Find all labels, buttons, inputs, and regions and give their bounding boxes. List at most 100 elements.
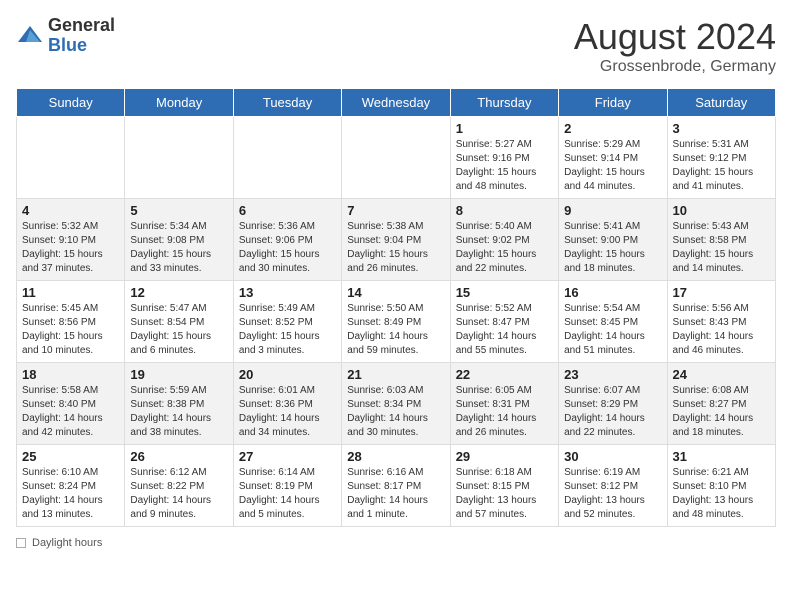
day-info: Sunrise: 6:07 AM Sunset: 8:29 PM Dayligh… bbox=[564, 384, 661, 440]
day-info: Sunrise: 6:14 AM Sunset: 8:19 PM Dayligh… bbox=[239, 466, 336, 522]
day-info: Sunrise: 5:40 AM Sunset: 9:02 PM Dayligh… bbox=[456, 220, 553, 276]
day-info: Sunrise: 5:29 AM Sunset: 9:14 PM Dayligh… bbox=[564, 138, 661, 194]
calendar-cell: 12 Sunrise: 5:47 AM Sunset: 8:54 PM Dayli… bbox=[125, 281, 233, 363]
day-number: 13 bbox=[239, 285, 336, 300]
day-info: Sunrise: 6:03 AM Sunset: 8:34 PM Dayligh… bbox=[347, 384, 444, 440]
day-info: Sunrise: 5:27 AM Sunset: 9:16 PM Dayligh… bbox=[456, 138, 553, 194]
calendar-cell bbox=[233, 117, 341, 199]
calendar-cell: 6Sunrise: 5:36 AM Sunset: 9:06 PM Daylig… bbox=[233, 199, 341, 281]
calendar-cell: 3 Sunrise: 5:31 AM Sunset: 9:12 PM Daylig… bbox=[667, 117, 775, 199]
day-number: 4 bbox=[22, 203, 119, 218]
day-info: Sunrise: 5:47 AM Sunset: 8:54 PM Dayligh… bbox=[130, 302, 227, 358]
day-number: 2 bbox=[564, 121, 661, 136]
calendar-week-row: 18 Sunrise: 5:58 AM Sunset: 8:40 PM Dayli… bbox=[17, 363, 776, 445]
day-info: Sunrise: 5:58 AM Sunset: 8:40 PM Dayligh… bbox=[22, 384, 119, 440]
day-number: 7 bbox=[347, 203, 444, 218]
page-header: General Blue August 2024 Grossenbrode, G… bbox=[16, 16, 776, 76]
calendar-cell: 27 Sunrise: 6:14 AM Sunset: 8:19 PM Dayli… bbox=[233, 445, 341, 527]
calendar-cell: 30 Sunrise: 6:19 AM Sunset: 8:12 PM Dayli… bbox=[559, 445, 667, 527]
calendar-day-header: Friday bbox=[559, 89, 667, 117]
day-number: 10 bbox=[673, 203, 770, 218]
day-number: 25 bbox=[22, 449, 119, 464]
logo: General Blue bbox=[16, 16, 115, 56]
day-number: 19 bbox=[130, 367, 227, 382]
day-info: Sunrise: 6:18 AM Sunset: 8:15 PM Dayligh… bbox=[456, 466, 553, 522]
day-info: Sunrise: 5:59 AM Sunset: 8:38 PM Dayligh… bbox=[130, 384, 227, 440]
calendar-cell: 26Sunrise: 6:12 AM Sunset: 8:22 PM Dayli… bbox=[125, 445, 233, 527]
day-number: 8 bbox=[456, 203, 553, 218]
calendar-day-header: Wednesday bbox=[342, 89, 450, 117]
day-info: Sunrise: 6:19 AM Sunset: 8:12 PM Dayligh… bbox=[564, 466, 661, 522]
day-number: 20 bbox=[239, 367, 336, 382]
day-number: 3 bbox=[673, 121, 770, 136]
calendar-cell: 21 Sunrise: 6:03 AM Sunset: 8:34 PM Dayli… bbox=[342, 363, 450, 445]
calendar-cell: 11Sunrise: 5:45 AM Sunset: 8:56 PM Dayli… bbox=[17, 281, 125, 363]
day-number: 31 bbox=[673, 449, 770, 464]
calendar-day-header: Sunday bbox=[17, 89, 125, 117]
calendar-cell: 9 Sunrise: 5:41 AM Sunset: 9:00 PM Daylig… bbox=[559, 199, 667, 281]
day-info: Sunrise: 5:41 AM Sunset: 9:00 PM Dayligh… bbox=[564, 220, 661, 276]
calendar-cell: 18 Sunrise: 5:58 AM Sunset: 8:40 PM Dayli… bbox=[17, 363, 125, 445]
day-number: 12 bbox=[130, 285, 227, 300]
day-number: 28 bbox=[347, 449, 444, 464]
day-number: 21 bbox=[347, 367, 444, 382]
day-info: Sunrise: 5:43 AM Sunset: 8:58 PM Dayligh… bbox=[673, 220, 770, 276]
day-number: 9 bbox=[564, 203, 661, 218]
day-info: Sunrise: 5:32 AM Sunset: 9:10 PM Dayligh… bbox=[22, 220, 119, 276]
calendar-cell: 14 Sunrise: 5:50 AM Sunset: 8:49 PM Dayli… bbox=[342, 281, 450, 363]
calendar-cell bbox=[125, 117, 233, 199]
day-info: Sunrise: 6:10 AM Sunset: 8:24 PM Dayligh… bbox=[22, 466, 119, 522]
calendar-cell: 22Sunrise: 6:05 AM Sunset: 8:31 PM Dayli… bbox=[450, 363, 558, 445]
logo-blue-text: Blue bbox=[48, 35, 87, 55]
day-number: 29 bbox=[456, 449, 553, 464]
daylight-label: Daylight hours bbox=[32, 537, 102, 549]
calendar-cell: 31 Sunrise: 6:21 AM Sunset: 8:10 PM Dayli… bbox=[667, 445, 775, 527]
calendar-cell: 5Sunrise: 5:34 AM Sunset: 9:08 PM Daylig… bbox=[125, 199, 233, 281]
calendar-cell: 24Sunrise: 6:08 AM Sunset: 8:27 PM Dayli… bbox=[667, 363, 775, 445]
calendar-cell: 8 Sunrise: 5:40 AM Sunset: 9:02 PM Daylig… bbox=[450, 199, 558, 281]
calendar-week-row: 25 Sunrise: 6:10 AM Sunset: 8:24 PM Dayli… bbox=[17, 445, 776, 527]
logo-icon bbox=[16, 22, 44, 50]
calendar-cell bbox=[17, 117, 125, 199]
calendar-cell: 19 Sunrise: 5:59 AM Sunset: 8:38 PM Dayli… bbox=[125, 363, 233, 445]
day-info: Sunrise: 6:21 AM Sunset: 8:10 PM Dayligh… bbox=[673, 466, 770, 522]
day-number: 14 bbox=[347, 285, 444, 300]
day-info: Sunrise: 5:38 AM Sunset: 9:04 PM Dayligh… bbox=[347, 220, 444, 276]
location-subtitle: Grossenbrode, Germany bbox=[574, 58, 776, 76]
day-info: Sunrise: 5:31 AM Sunset: 9:12 PM Dayligh… bbox=[673, 138, 770, 194]
day-number: 30 bbox=[564, 449, 661, 464]
calendar-cell: 13 Sunrise: 5:49 AM Sunset: 8:52 PM Dayli… bbox=[233, 281, 341, 363]
calendar-cell: 4 Sunrise: 5:32 AM Sunset: 9:10 PM Daylig… bbox=[17, 199, 125, 281]
day-number: 27 bbox=[239, 449, 336, 464]
calendar-day-header: Saturday bbox=[667, 89, 775, 117]
calendar-cell: 2 Sunrise: 5:29 AM Sunset: 9:14 PM Daylig… bbox=[559, 117, 667, 199]
day-info: Sunrise: 6:16 AM Sunset: 8:17 PM Dayligh… bbox=[347, 466, 444, 522]
calendar-header-row: SundayMondayTuesdayWednesdayThursdayFrid… bbox=[17, 89, 776, 117]
day-info: Sunrise: 5:56 AM Sunset: 8:43 PM Dayligh… bbox=[673, 302, 770, 358]
calendar-week-row: 1Sunrise: 5:27 AM Sunset: 9:16 PM Daylig… bbox=[17, 117, 776, 199]
calendar-cell: 1Sunrise: 5:27 AM Sunset: 9:16 PM Daylig… bbox=[450, 117, 558, 199]
day-number: 18 bbox=[22, 367, 119, 382]
day-info: Sunrise: 5:54 AM Sunset: 8:45 PM Dayligh… bbox=[564, 302, 661, 358]
calendar-cell: 20 Sunrise: 6:01 AM Sunset: 8:36 PM Dayli… bbox=[233, 363, 341, 445]
footer: Daylight hours bbox=[16, 537, 776, 549]
calendar-day-header: Thursday bbox=[450, 89, 558, 117]
day-number: 11 bbox=[22, 285, 119, 300]
calendar-week-row: 11Sunrise: 5:45 AM Sunset: 8:56 PM Dayli… bbox=[17, 281, 776, 363]
day-number: 15 bbox=[456, 285, 553, 300]
day-info: Sunrise: 6:05 AM Sunset: 8:31 PM Dayligh… bbox=[456, 384, 553, 440]
day-number: 6 bbox=[239, 203, 336, 218]
day-info: Sunrise: 5:50 AM Sunset: 8:49 PM Dayligh… bbox=[347, 302, 444, 358]
daylight-dot bbox=[16, 538, 26, 548]
day-number: 23 bbox=[564, 367, 661, 382]
day-info: Sunrise: 6:01 AM Sunset: 8:36 PM Dayligh… bbox=[239, 384, 336, 440]
calendar-table: SundayMondayTuesdayWednesdayThursdayFrid… bbox=[16, 88, 776, 527]
calendar-day-header: Monday bbox=[125, 89, 233, 117]
day-info: Sunrise: 6:12 AM Sunset: 8:22 PM Dayligh… bbox=[130, 466, 227, 522]
day-number: 16 bbox=[564, 285, 661, 300]
calendar-cell: 15Sunrise: 5:52 AM Sunset: 8:47 PM Dayli… bbox=[450, 281, 558, 363]
title-section: August 2024 Grossenbrode, Germany bbox=[574, 16, 776, 76]
calendar-cell: 10 Sunrise: 5:43 AM Sunset: 8:58 PM Dayli… bbox=[667, 199, 775, 281]
day-info: Sunrise: 5:49 AM Sunset: 8:52 PM Dayligh… bbox=[239, 302, 336, 358]
calendar-cell: 28 Sunrise: 6:16 AM Sunset: 8:17 PM Dayli… bbox=[342, 445, 450, 527]
